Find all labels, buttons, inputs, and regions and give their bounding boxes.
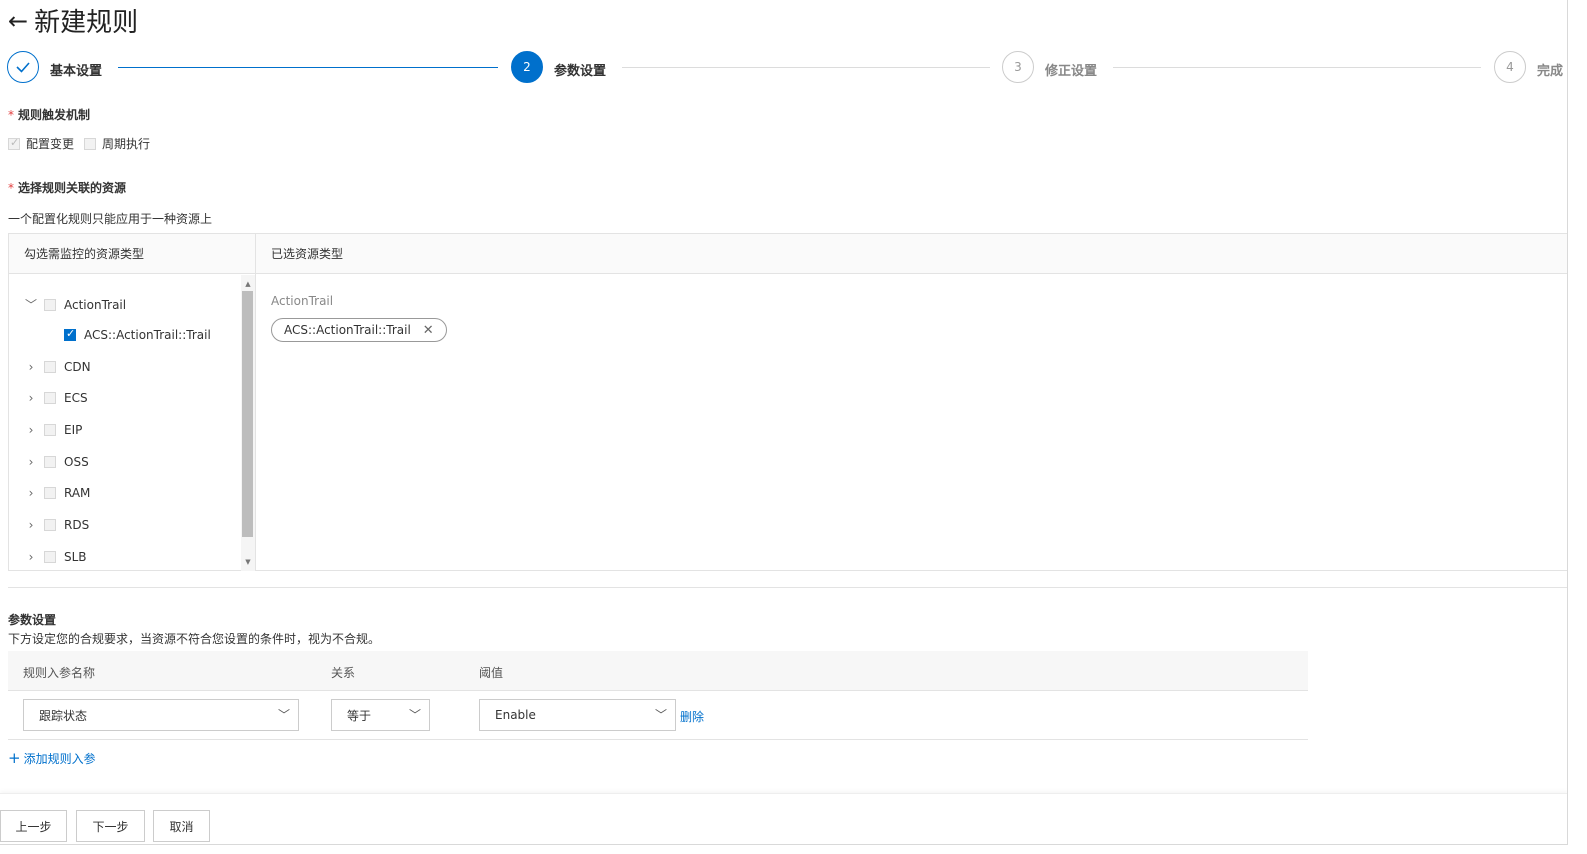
config-change-checkbox[interactable] [8,136,20,150]
step-connector-2 [622,67,990,68]
periodic-label: 周期执行 [102,137,151,151]
trigger-label: * 规则触发机制 [8,108,91,122]
check-icon [16,62,30,73]
chevron-right-icon[interactable]: › [24,391,38,405]
threshold-select[interactable]: Enable ﹀ [479,699,676,731]
chevron-right-icon[interactable]: › [24,486,38,500]
tree-node-rds[interactable]: › RDS [24,518,90,532]
tree-checkbox-checked[interactable] [64,327,76,341]
resource-tree-panel: 勾选需监控的资源类型 ﹀ ActionTrail ACS::ActionTrai… [9,234,256,571]
close-icon[interactable]: ✕ [423,323,434,338]
tree-node-cdn[interactable]: › CDN [24,360,91,374]
tree-checkbox[interactable] [44,456,56,468]
resources-label: * 选择规则关联的资源 [8,181,127,195]
step-connector-3 [1113,67,1481,68]
next-button[interactable]: 下一步 [76,810,145,842]
tree-checkbox[interactable] [44,298,56,311]
tree-checkbox[interactable] [44,361,56,373]
tree-checkbox[interactable] [44,519,56,531]
chevron-down-icon: ﹀ [408,708,421,722]
scroll-down-icon[interactable]: ▼ [241,555,255,569]
header-threshold: 阈值 [479,666,504,680]
required-mark: * [8,181,14,195]
plus-icon: + [8,749,21,767]
table-row: 跟踪状态 ﹀ 等于 ﹀ Enable ﹀ 删除 [8,691,1308,740]
tree-node-oss[interactable]: › OSS [24,455,89,469]
trigger-options: 配置变更 周期执行 [8,135,160,152]
header-param-name: 规则入参名称 [23,666,96,680]
step-4-circle: 4 [1494,51,1526,83]
tree-checkbox[interactable] [44,392,56,404]
page-title-text: 新建规则 [34,8,139,38]
tree-checkbox[interactable] [44,551,56,563]
step-1-label: 基本设置 [50,64,103,79]
chevron-right-icon[interactable]: › [24,455,38,469]
step-1-circle [7,51,39,83]
params-title: 参数设置 [8,613,57,627]
config-change-label: 配置变更 [26,137,75,151]
prev-button[interactable]: 上一步 [0,810,67,842]
chevron-down-icon[interactable]: ﹀ [24,296,38,313]
step-2-label: 参数设置 [554,64,607,79]
selected-resource-header: 已选资源类型 [256,234,1567,274]
tree-checkbox[interactable] [44,424,56,436]
step-3-circle: 3 [1002,51,1034,83]
resource-transfer-panel: 勾选需监控的资源类型 ﹀ ActionTrail ACS::ActionTrai… [8,233,1567,571]
page-title: ← 新建规则 [8,2,138,39]
step-2-circle: 2 [511,51,543,83]
tree-node-slb[interactable]: › SLB [24,550,87,564]
resource-tree-header: 勾选需监控的资源类型 [9,234,255,274]
tree-node-acs-actiontrail-trail[interactable]: ACS::ActionTrail::Trail [64,327,211,342]
tree-node-ram[interactable]: › RAM [24,486,91,500]
chevron-right-icon[interactable]: › [24,518,38,532]
chevron-down-icon: ﹀ [277,708,290,722]
chevron-right-icon[interactable]: › [24,360,38,374]
selected-resource-tag: ACS::ActionTrail::Trail ✕ [271,318,447,342]
tree-node-actiontrail[interactable]: ﹀ ActionTrail [24,296,126,313]
step-3-label: 修正设置 [1045,64,1098,79]
chevron-right-icon[interactable]: › [24,550,38,564]
param-name-select[interactable]: 跟踪状态 ﹀ [23,699,299,731]
periodic-checkbox[interactable] [84,137,97,150]
params-table-header: 规则入参名称 关系 阈值 [8,651,1308,691]
step-connector-1 [118,67,498,68]
required-mark: * [8,108,14,122]
cancel-button[interactable]: 取消 [153,810,210,842]
resources-hint: 一个配置化规则只能应用于一种资源上 [8,212,213,226]
tree-checkbox[interactable] [44,487,56,499]
tree-scrollbar[interactable]: ▲ ▼ [241,275,255,571]
step-4-label: 完成 [1537,64,1564,79]
footer-bar: 上一步 下一步 取消 [0,793,1567,844]
resource-tree: ﹀ ActionTrail ACS::ActionTrail::Trail › … [9,275,241,571]
scrollbar-thumb[interactable] [242,291,253,537]
tree-node-ecs[interactable]: › ECS [24,391,88,405]
chevron-right-icon[interactable]: › [24,423,38,437]
selected-resource-panel: 已选资源类型 ActionTrail ACS::ActionTrail::Tra… [256,234,1567,570]
page-frame: ← 新建规则 基本设置 2 参数设置 3 修正设置 4 完成 *规则触发机制 配… [0,0,1568,845]
header-relation: 关系 [331,666,356,680]
relation-select[interactable]: 等于 ﹀ [331,699,430,731]
section-divider [8,587,1567,588]
add-param-link[interactable]: + 添加规则入参 [8,750,96,767]
params-description: 下方设定您的合规要求，当资源不符合您设置的条件时，视为不合规。 [8,632,381,646]
tree-node-eip[interactable]: › EIP [24,423,83,437]
arrow-left-icon[interactable]: ← [8,9,28,33]
scroll-up-icon[interactable]: ▲ [241,277,255,291]
selected-group-label: ActionTrail [271,294,334,308]
delete-link[interactable]: 删除 [680,708,704,725]
chevron-down-icon: ﹀ [654,708,667,722]
params-table: 规则入参名称 关系 阈值 跟踪状态 ﹀ 等于 ﹀ Enable ﹀ 删除 [8,651,1308,740]
